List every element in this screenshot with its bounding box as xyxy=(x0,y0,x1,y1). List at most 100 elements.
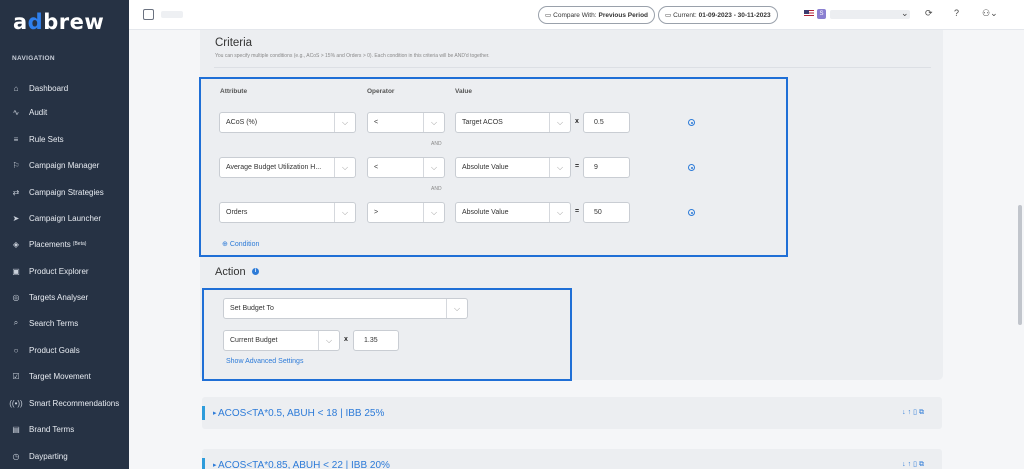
compare-with-button[interactable]: ▭ Compare With: Previous Period xyxy=(538,6,656,24)
condition-value-input[interactable]: 0.5 xyxy=(583,112,630,133)
account-badge: S xyxy=(817,9,826,19)
condition-value-input[interactable]: 9 xyxy=(583,157,630,178)
home-icon: ⌂ xyxy=(13,83,19,93)
broadcast-icon: ((•)) xyxy=(9,398,23,408)
flag-icon: ⚐ xyxy=(12,160,20,170)
value-column-header: Value xyxy=(455,88,472,95)
user-menu-icon[interactable]: ⚇⌄ xyxy=(982,8,998,19)
sidebar-item-dashboard[interactable]: ⌂ Dashboard xyxy=(0,77,129,99)
chevron-down-icon: ⌵ xyxy=(446,299,467,318)
rule-actions-icons[interactable]: ↓↑▯⧉ xyxy=(902,408,926,417)
logo[interactable]: adbrew xyxy=(13,10,104,34)
expand-icon[interactable]: ▸ xyxy=(213,461,217,469)
and-separator: AND xyxy=(431,186,442,192)
sidebar-item-target-movement[interactable]: ☑ Target Movement xyxy=(0,365,129,387)
operator-select[interactable]: < ⌵ xyxy=(367,157,445,178)
sidebar-item-label: Smart Recommendations xyxy=(29,398,120,408)
beta-label: (Beta) xyxy=(72,241,87,247)
expand-icon[interactable]: ▸ xyxy=(213,409,217,417)
repeat-icon: ⇄ xyxy=(12,187,20,197)
sidebar-item-placements[interactable]: ◈ Placements (Beta) xyxy=(0,233,129,255)
rule-row[interactable]: ▸ ACOS<TA*0.5, ABUH < 18 | IBB 25% ↓↑▯⧉ xyxy=(202,397,942,429)
circle-icon: ○ xyxy=(13,345,19,355)
sidebar-item-product-goals[interactable]: ○ Product Goals xyxy=(0,339,129,361)
box-icon: ▣ xyxy=(12,266,20,276)
list-icon: ≡ xyxy=(13,134,19,144)
multiply-symbol: x xyxy=(344,336,348,343)
operator-column-header: Operator xyxy=(367,88,395,95)
date-range-button[interactable]: ▭ Current: 01-09-2023 - 30-11-2023 xyxy=(658,6,778,24)
chevron-down-icon: ⌵ xyxy=(334,158,355,177)
send-icon: ➤ xyxy=(12,213,20,223)
calendar-icon: ▭ xyxy=(545,12,552,19)
sidebar-item-rule-sets[interactable]: ≡ Rule Sets xyxy=(0,128,129,150)
remove-condition-icon[interactable] xyxy=(688,209,695,216)
value-type-select[interactable]: Target ACOS ⌵ xyxy=(455,112,571,133)
operator-select[interactable]: < ⌵ xyxy=(367,112,445,133)
chevron-down-icon: ⌵ xyxy=(549,203,570,222)
divider xyxy=(214,67,931,68)
topbar: ▭ Compare With: Previous Period ▭ Current… xyxy=(129,0,1024,30)
nav-heading: NAVIGATION xyxy=(12,55,55,62)
show-advanced-settings-link[interactable]: Show Advanced Settings xyxy=(226,358,303,365)
attribute-select[interactable]: ACoS (%) ⌵ xyxy=(219,112,356,133)
sidebar-item-brand-terms[interactable]: ▤ Brand Terms xyxy=(0,418,129,440)
sidebar-item-smart-recommendations[interactable]: ((•)) Smart Recommendations xyxy=(0,392,129,414)
action-value-input[interactable]: 1.35 xyxy=(353,330,399,351)
blurred-text xyxy=(161,11,183,18)
chevron-down-icon: ⌵ xyxy=(423,113,444,132)
and-separator: AND xyxy=(431,141,442,147)
help-icon[interactable]: ? xyxy=(954,8,959,18)
attribute-select[interactable]: Average Budget Utilization H... ⌵ xyxy=(219,157,356,178)
action-type-select[interactable]: Set Budget To ⌵ xyxy=(223,298,468,319)
sidebar-item-label: Targets Analyser xyxy=(29,292,89,302)
calendar-icon: ▭ xyxy=(665,12,672,19)
us-flag-icon xyxy=(804,10,814,18)
scrollbar[interactable] xyxy=(1018,205,1022,325)
sidebar-item-label: Placements xyxy=(29,239,71,249)
sidebar-item-audit[interactable]: ∿ Audit xyxy=(0,101,129,123)
sidebar-toggle-icon[interactable] xyxy=(143,9,154,20)
remove-condition-icon[interactable] xyxy=(688,119,695,126)
operator-symbol: x xyxy=(575,118,579,125)
sidebar-item-search-terms[interactable]: ⌕ Search Terms xyxy=(0,312,129,334)
layers-icon: ◈ xyxy=(12,239,20,249)
sidebar-item-campaign-launcher[interactable]: ➤ Campaign Launcher xyxy=(0,207,129,229)
chevron-down-icon: ⌵ xyxy=(423,158,444,177)
chevron-down-icon: ⌵ xyxy=(549,158,570,177)
account-name[interactable] xyxy=(830,10,910,19)
sidebar-item-campaign-strategies[interactable]: ⇄ Campaign Strategies xyxy=(0,181,129,203)
add-condition-button[interactable]: ⊕ Condition xyxy=(222,240,259,248)
rule-actions-icons[interactable]: ↓↑▯⧉ xyxy=(902,460,926,469)
sidebar-item-campaign-manager[interactable]: ⚐ Campaign Manager xyxy=(0,154,129,176)
sidebar-item-targets-analyser[interactable]: ◎ Targets Analyser xyxy=(0,286,129,308)
target-icon: ◎ xyxy=(12,292,20,302)
value-type-select[interactable]: Absolute Value ⌵ xyxy=(455,157,571,178)
rule-row[interactable]: ▸ ACOS<TA*0.85, ABUH < 22 | IBB 20% ↓↑▯⧉ xyxy=(202,449,942,469)
attribute-select[interactable]: Orders ⌵ xyxy=(219,202,356,223)
operator-symbol: = xyxy=(575,208,580,215)
sidebar-item-label: Campaign Strategies xyxy=(29,187,104,197)
sidebar-item-label: Brand Terms xyxy=(29,424,75,434)
remove-condition-icon[interactable] xyxy=(688,164,695,171)
info-icon[interactable]: i xyxy=(252,268,259,275)
attribute-column-header: Attribute xyxy=(220,88,248,95)
sidebar-item-label: Target Movement xyxy=(29,371,91,381)
sidebar-item-label: Rule Sets xyxy=(29,134,64,144)
sidebar-item-label: Product Goals xyxy=(29,345,80,355)
condition-value-input[interactable]: 50 xyxy=(583,202,630,223)
action-base-select[interactable]: Current Budget ⌵ xyxy=(223,330,340,351)
clock-icon: ◷ xyxy=(12,451,20,461)
checkbox-icon: ☑ xyxy=(12,371,20,381)
sidebar-item-dayparting[interactable]: ◷ Dayparting xyxy=(0,445,129,467)
refresh-icon[interactable]: ⟳ xyxy=(925,8,933,19)
chevron-down-icon: ⌵ xyxy=(423,203,444,222)
sidebar-item-product-explorer[interactable]: ▣ Product Explorer xyxy=(0,260,129,282)
pulse-icon: ∿ xyxy=(12,107,20,117)
operator-select[interactable]: > ⌵ xyxy=(367,202,445,223)
criteria-title: Criteria xyxy=(215,37,253,49)
value-type-select[interactable]: Absolute Value ⌵ xyxy=(455,202,571,223)
account-chevron-icon[interactable]: ⌄ xyxy=(901,8,909,19)
sidebar: adbrew NAVIGATION ⌂ Dashboard ∿ Audit ≡ Rule … xyxy=(0,0,129,469)
sidebar-item-label: Dashboard xyxy=(29,83,69,93)
